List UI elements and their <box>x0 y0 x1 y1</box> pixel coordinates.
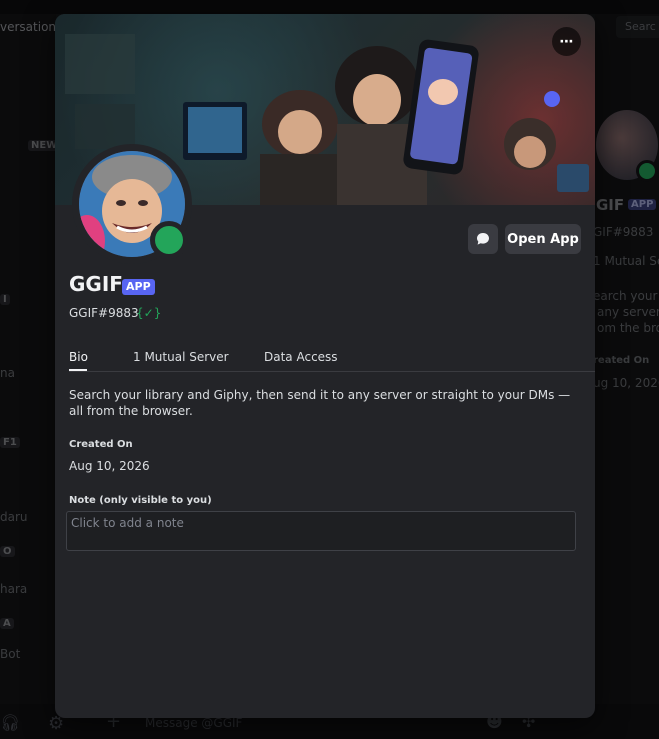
profile-modal: ⋯ Open App GGIF APP GGIF#9883 {✓} Bio 1 … <box>55 14 595 718</box>
tab-mutual-servers[interactable]: 1 Mutual Server <box>133 350 229 364</box>
message-button[interactable] <box>468 224 498 254</box>
created-on-value: Aug 10, 2026 <box>69 459 150 473</box>
verified-check-icon: {✓} <box>136 306 162 320</box>
online-status-indicator <box>150 221 188 259</box>
profile-username: GGIF <box>69 272 123 296</box>
tab-bio[interactable]: Bio <box>69 350 88 364</box>
open-app-button[interactable]: Open App <box>505 224 581 254</box>
created-on-label: Created On <box>69 439 133 450</box>
note-label: Note (only visible to you) <box>69 495 212 506</box>
message-icon <box>477 233 489 245</box>
tabs-divider <box>69 371 595 372</box>
more-options-button[interactable]: ⋯ <box>552 27 581 56</box>
note-input[interactable]: Click to add a note <box>66 511 576 551</box>
more-icon: ⋯ <box>559 33 574 50</box>
bio-text: Search your library and Giphy, then send… <box>69 388 571 418</box>
tab-data-access[interactable]: Data Access <box>264 350 338 364</box>
app-badge: APP <box>122 279 155 295</box>
user-tag: GGIF#9883 <box>69 306 139 320</box>
